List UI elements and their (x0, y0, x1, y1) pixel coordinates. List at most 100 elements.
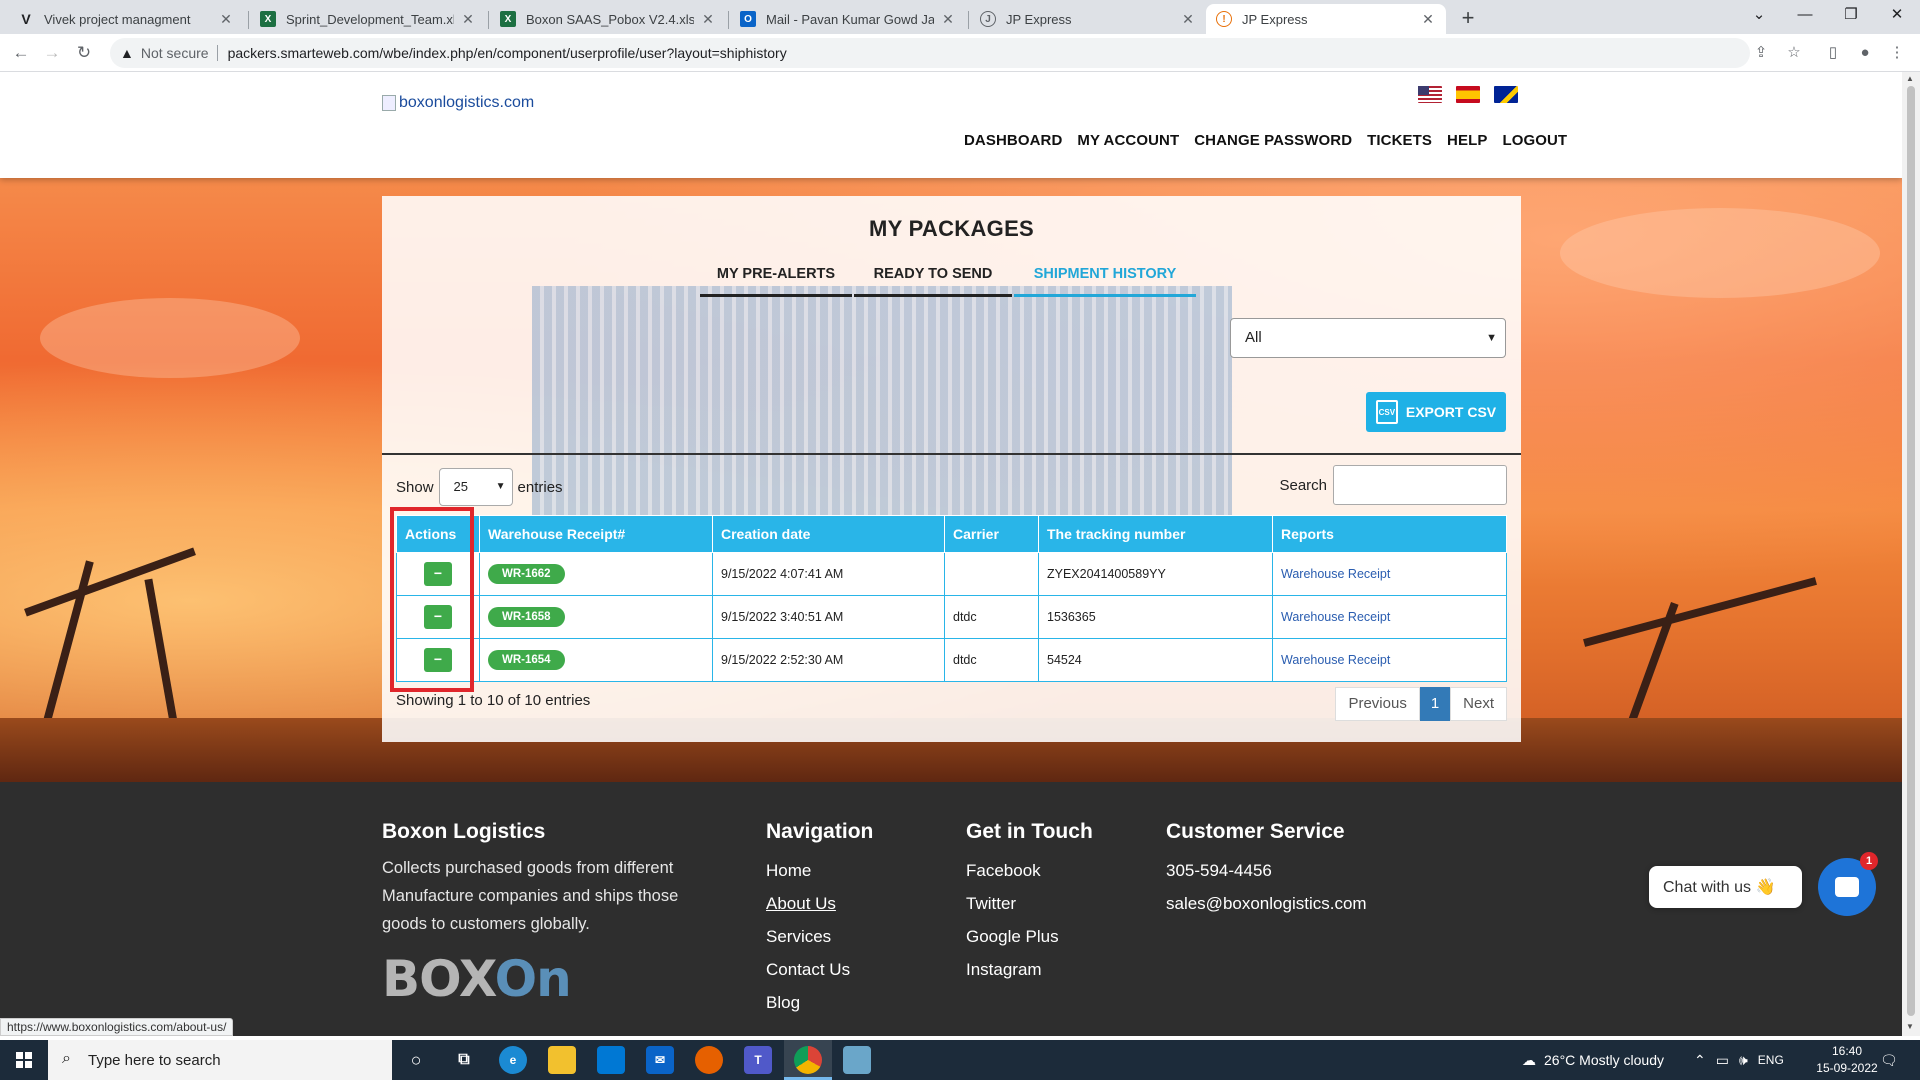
url-text[interactable]: packers.smarteweb.com/wbe/index.php/en/c… (228, 45, 787, 61)
network-icon[interactable]: ▭ (1716, 1052, 1729, 1069)
footer-link-twitter[interactable]: Twitter (966, 887, 1093, 920)
next-page-button[interactable]: Next (1450, 687, 1507, 721)
col-tracking-number[interactable]: The tracking number (1038, 515, 1273, 553)
language-indicator[interactable]: ENG (1758, 1053, 1784, 1067)
col-warehouse-receipt[interactable]: Warehouse Receipt# (479, 515, 713, 553)
window-close-icon[interactable]: ✕ (1874, 0, 1920, 32)
snipping-tool-icon[interactable] (843, 1046, 871, 1074)
task-view-icon[interactable]: ⧉ (450, 1046, 478, 1074)
tab-separator (248, 11, 249, 29)
browser-tab[interactable]: X Boxon SAAS_Pobox V2.4.xlsx ✕ (490, 4, 726, 34)
page-length-select[interactable]: 25 ▼ (438, 468, 513, 506)
reload-icon[interactable]: ↻ (72, 41, 96, 65)
close-icon[interactable]: ✕ (1180, 11, 1196, 28)
warehouse-receipt-link[interactable]: Warehouse Receipt (1281, 653, 1390, 667)
col-creation-date[interactable]: Creation date (712, 515, 945, 553)
nav-help[interactable]: HELP (1447, 132, 1487, 149)
profile-icon[interactable]: ● (1854, 42, 1876, 64)
mail-icon[interactable]: ✉ (646, 1046, 674, 1074)
footer-link-blog[interactable]: Blog (766, 986, 873, 1019)
tab-ready-to-send[interactable]: READY TO SEND (854, 262, 1012, 297)
start-button[interactable] (0, 1040, 48, 1080)
taskbar-search[interactable]: ⌕ Type here to search (48, 1040, 392, 1080)
volume-icon[interactable]: 🕪 (1739, 1052, 1748, 1069)
footer-phone[interactable]: 305-594-4456 (1166, 854, 1367, 887)
close-icon[interactable]: ✕ (700, 11, 716, 28)
col-carrier[interactable]: Carrier (944, 515, 1039, 553)
ba-flag-icon[interactable] (1494, 86, 1518, 103)
nav-my-account[interactable]: MY ACCOUNT (1077, 132, 1179, 149)
edge-icon[interactable]: e (499, 1046, 527, 1074)
file-explorer-icon[interactable] (548, 1046, 576, 1074)
forward-icon[interactable]: → (40, 41, 64, 65)
logo-alt-text[interactable]: boxonlogistics.com (399, 94, 534, 112)
page-scrollbar[interactable]: ▲ ▼ (1902, 72, 1920, 1036)
nav-logout[interactable]: LOGOUT (1502, 132, 1567, 149)
receipt-badge[interactable]: WR-1658 (488, 607, 565, 627)
scroll-down-icon[interactable]: ▼ (1906, 1022, 1914, 1031)
warning-icon[interactable]: ▲ (120, 45, 134, 61)
browser-tab[interactable]: X Sprint_Development_Team.xlsx ✕ (250, 4, 486, 34)
windows-logo-icon (16, 1052, 32, 1068)
chevron-up-icon[interactable]: ⌃ (1694, 1052, 1706, 1069)
footer-link-facebook[interactable]: Facebook (966, 854, 1093, 887)
footer-link-about-us[interactable]: About Us (766, 887, 873, 920)
tracking-cell: ZYEX2041400589YY (1038, 552, 1273, 596)
col-reports[interactable]: Reports (1272, 515, 1507, 553)
taskbar-clock[interactable]: 16:40 15-09-2022 (1812, 1043, 1882, 1077)
tab-shipment-history[interactable]: SHIPMENT HISTORY (1014, 262, 1196, 297)
firefox-icon[interactable] (695, 1046, 723, 1074)
previous-page-button[interactable]: Previous (1335, 687, 1420, 721)
bookmark-star-icon[interactable]: ☆ (1783, 42, 1805, 64)
close-icon[interactable]: ✕ (460, 11, 476, 28)
minimize-icon[interactable]: — (1782, 0, 1828, 32)
browser-tab[interactable]: V Vivek project managment ✕ (8, 4, 244, 34)
back-icon[interactable]: ← (9, 41, 33, 65)
browser-tab[interactable]: O Mail - Pavan Kumar Gowd Jagale ✕ (730, 4, 966, 34)
close-icon[interactable]: ✕ (218, 11, 234, 28)
weather-widget[interactable]: ☁ 26°C Mostly cloudy (1522, 1040, 1664, 1080)
menu-icon[interactable]: ⋮ (1886, 42, 1908, 64)
scrollbar-thumb[interactable] (1907, 86, 1915, 1016)
warehouse-receipt-link[interactable]: Warehouse Receipt (1281, 610, 1390, 624)
footer-email[interactable]: sales@boxonlogistics.com (1166, 887, 1367, 920)
notifications-icon[interactable]: 🗨 (1880, 1040, 1898, 1080)
scroll-up-icon[interactable]: ▲ (1906, 74, 1914, 83)
nav-dashboard[interactable]: DASHBOARD (964, 132, 1062, 149)
tab-my-pre-alerts[interactable]: MY PRE-ALERTS (700, 262, 852, 297)
receipt-badge[interactable]: WR-1654 (488, 650, 565, 670)
restore-icon[interactable]: ❐ (1828, 0, 1874, 32)
footer-link-services[interactable]: Services (766, 920, 873, 953)
share-icon[interactable]: ⇪ (1750, 42, 1772, 64)
task-view-cortana-icon[interactable]: ○ (402, 1046, 430, 1074)
footer-link-home[interactable]: Home (766, 854, 873, 887)
export-csv-button[interactable]: CSV EXPORT CSV (1366, 392, 1506, 432)
footer-link-contact-us[interactable]: Contact Us (766, 953, 873, 986)
not-secure-label[interactable]: Not secure (141, 45, 209, 61)
chrome-icon[interactable] (794, 1046, 822, 1074)
address-bar[interactable]: ▲ Not secure packers.smarteweb.com/wbe/i… (110, 38, 1750, 68)
us-flag-icon[interactable] (1418, 86, 1442, 103)
nav-tickets[interactable]: TICKETS (1367, 132, 1432, 149)
chat-prompt[interactable]: Chat with us 👋 (1649, 866, 1802, 908)
close-icon[interactable]: ✕ (940, 11, 956, 28)
footer-link-google-plus[interactable]: Google Plus (966, 920, 1093, 953)
browser-tab[interactable]: J JP Express ✕ (970, 4, 1206, 34)
filter-select[interactable]: All ▼ (1230, 318, 1506, 358)
warehouse-receipt-link[interactable]: Warehouse Receipt (1281, 567, 1390, 581)
new-tab-button[interactable]: + (1455, 6, 1481, 32)
es-flag-icon[interactable] (1456, 86, 1480, 103)
teams-icon[interactable]: T (744, 1046, 772, 1074)
footer-link-instagram[interactable]: Instagram (966, 953, 1093, 986)
site-logo[interactable]: boxonlogistics.com (382, 94, 534, 112)
store-icon[interactable] (597, 1046, 625, 1074)
page-1-button[interactable]: 1 (1419, 687, 1451, 721)
tab-search-icon[interactable]: ⌄ (1736, 0, 1782, 32)
side-panel-icon[interactable]: ▯ (1822, 42, 1844, 64)
package-tabs: MY PRE-ALERTS READY TO SEND SHIPMENT HIS… (700, 262, 1196, 297)
nav-change-password[interactable]: CHANGE PASSWORD (1194, 132, 1352, 149)
close-icon[interactable]: ✕ (1420, 11, 1436, 28)
receipt-badge[interactable]: WR-1662 (488, 564, 565, 584)
search-input[interactable] (1333, 465, 1507, 505)
browser-tab-active[interactable]: ! JP Express ✕ (1206, 4, 1446, 34)
